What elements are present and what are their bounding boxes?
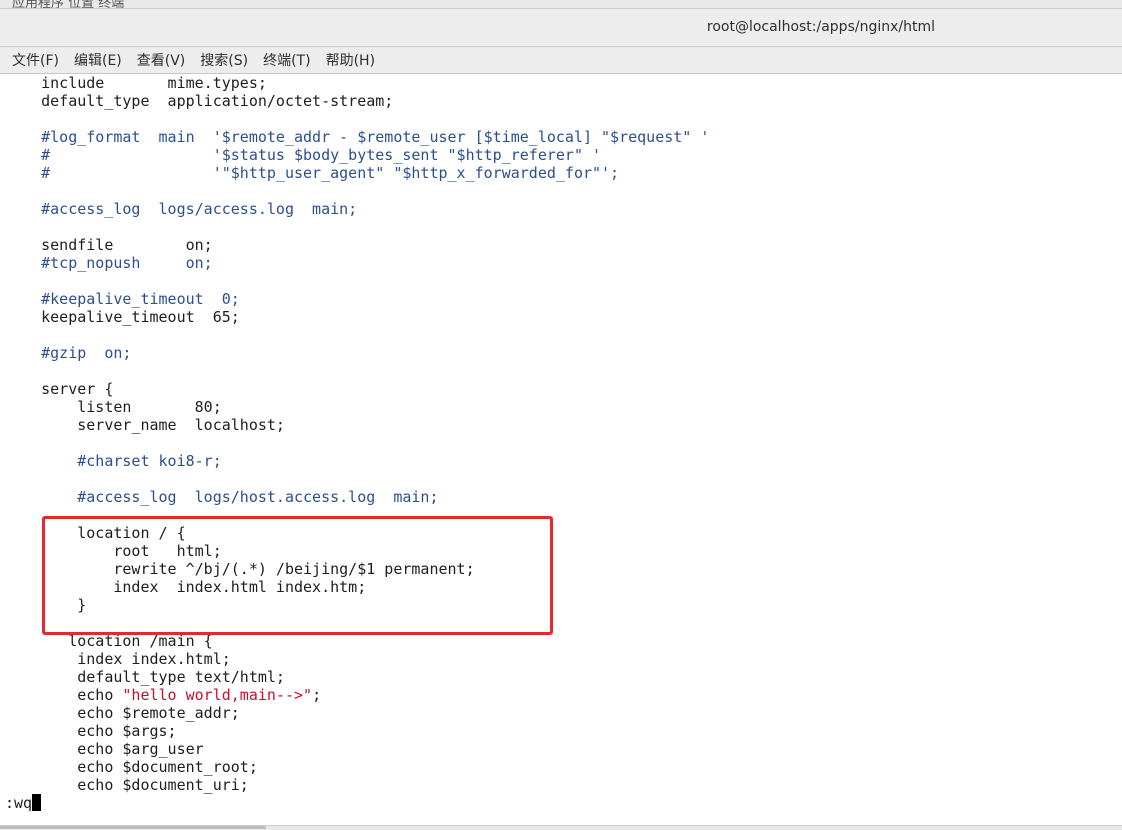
menu-file[interactable]: 文件(F) bbox=[12, 50, 59, 70]
comment-line: #tcp_nopush on; bbox=[5, 254, 213, 272]
comment-line: #keepalive_timeout 0; bbox=[5, 290, 240, 308]
echo-string: "hello world,main-->" bbox=[122, 686, 313, 704]
comment-line: #gzip on; bbox=[5, 344, 132, 362]
config-line: server_name localhost; bbox=[5, 416, 285, 434]
title-bar: root@localhost:/apps/nginx/html bbox=[0, 9, 1122, 47]
text-cursor bbox=[32, 794, 42, 811]
config-line: default_type application/octet-stream; bbox=[5, 92, 394, 110]
menu-search[interactable]: 搜索(S) bbox=[200, 50, 248, 70]
echo-semicolon: ; bbox=[312, 686, 322, 704]
config-line: keepalive_timeout 65; bbox=[5, 308, 240, 326]
menu-bar: 文件(F) 编辑(E) 查看(V) 搜索(S) 终端(T) 帮助(H) bbox=[0, 47, 1122, 74]
config-line: sendfile on; bbox=[5, 236, 213, 254]
comment-line: #access_log logs/access.log main; bbox=[5, 200, 358, 218]
command-text: :wq bbox=[5, 794, 33, 812]
comment-line: #log_format main '$remote_addr - $remote… bbox=[5, 128, 710, 146]
comment-line: #charset koi8-r; bbox=[5, 452, 222, 470]
top-panel-text[interactable]: 应用程序 位置 终端 bbox=[12, 0, 124, 8]
config-line: echo $document_uri; bbox=[5, 776, 249, 794]
menu-view[interactable]: 查看(V) bbox=[137, 50, 186, 70]
vim-command-line[interactable]: :wq bbox=[5, 794, 42, 812]
menu-help[interactable]: 帮助(H) bbox=[326, 50, 375, 70]
config-line: echo $arg_user bbox=[5, 740, 204, 758]
config-line: listen 80; bbox=[5, 398, 222, 416]
config-line: echo $document_root; bbox=[5, 758, 258, 776]
config-line: server { bbox=[5, 380, 114, 398]
comment-line: #access_log logs/host.access.log main; bbox=[5, 488, 439, 506]
config-line: echo $args; bbox=[5, 722, 177, 740]
echo-keyword: echo bbox=[5, 686, 123, 704]
menu-terminal[interactable]: 终端(T) bbox=[263, 50, 310, 70]
config-line: echo $remote_addr; bbox=[5, 704, 240, 722]
menu-edit[interactable]: 编辑(E) bbox=[74, 50, 122, 70]
config-line: include mime.types; bbox=[5, 74, 267, 92]
comment-line: # '"$http_user_agent" "$http_x_forwarded… bbox=[5, 164, 620, 182]
comment-line: # '$status $body_bytes_sent "$http_refer… bbox=[5, 146, 602, 164]
terminal-area[interactable]: include mime.types; default_type applica… bbox=[0, 74, 1122, 824]
window-title: root@localhost:/apps/nginx/html bbox=[706, 19, 935, 35]
config-line: default_type text/html; bbox=[5, 668, 285, 686]
highlight-box bbox=[42, 516, 553, 635]
echo-line: echo "hello world,main-->"; bbox=[5, 686, 321, 704]
config-line: index index.html; bbox=[5, 650, 231, 668]
top-panel: 应用程序 位置 终端 bbox=[0, 0, 1122, 9]
